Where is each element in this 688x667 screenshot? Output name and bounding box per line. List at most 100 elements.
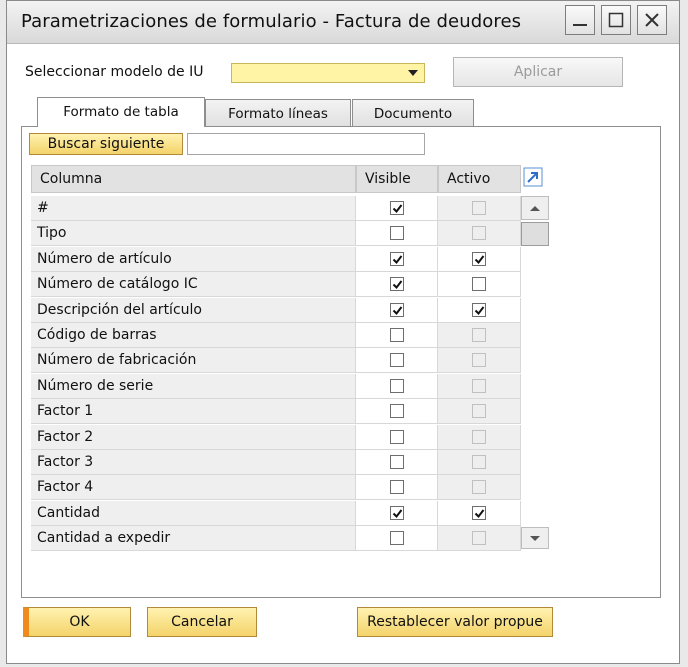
check-icon <box>474 509 485 518</box>
active-cell <box>438 196 521 221</box>
active-checkbox[interactable] <box>472 302 486 317</box>
active-cell <box>438 323 521 348</box>
minimize-button[interactable] <box>565 5 595 35</box>
column-name-cell: # <box>31 196 356 221</box>
active-checkbox <box>472 201 486 215</box>
column-name-cell: Número de artículo <box>31 246 356 272</box>
visible-cell <box>356 297 438 323</box>
ui-model-dropdown[interactable] <box>231 63 425 83</box>
scroll-down-icon <box>530 536 540 541</box>
table-row[interactable]: Descripción del artículo <box>31 297 521 323</box>
active-checkbox[interactable] <box>472 505 486 520</box>
visible-checkbox[interactable] <box>389 277 404 292</box>
column-name-cell: Cantidad a expedir <box>31 526 356 552</box>
table-row[interactable]: Número de serie <box>31 373 521 399</box>
tab-label: Formato líneas <box>228 106 328 122</box>
active-cell <box>438 526 521 552</box>
active-checkbox <box>472 404 486 419</box>
visible-checkbox[interactable] <box>389 480 404 495</box>
column-name-cell: Factor 3 <box>31 450 356 475</box>
tab-table-format[interactable]: Formato de tabla <box>37 97 205 127</box>
tab-document[interactable]: Documento <box>352 99 474 127</box>
column-name-cell: Número de catálogo IC <box>31 272 356 298</box>
column-header-active[interactable]: Activo <box>438 165 521 193</box>
close-button[interactable] <box>637 5 667 35</box>
column-header-name[interactable]: Columna <box>31 165 356 193</box>
active-checkbox <box>472 328 486 342</box>
visible-cell <box>356 323 438 348</box>
visible-checkbox[interactable] <box>389 455 404 469</box>
scroll-up-icon <box>530 206 540 211</box>
visible-checkbox[interactable] <box>389 201 404 215</box>
close-icon <box>645 13 659 27</box>
visible-checkbox[interactable] <box>389 226 404 241</box>
table-row[interactable]: # <box>31 196 521 221</box>
table-row[interactable]: Tipo <box>31 221 521 247</box>
check-icon <box>392 255 402 264</box>
visible-checkbox[interactable] <box>389 251 404 266</box>
column-name-cell: Tipo <box>31 221 356 247</box>
table-row[interactable]: Código de barras <box>31 323 521 348</box>
visible-checkbox[interactable] <box>389 353 404 368</box>
column-name-cell: Factor 2 <box>31 424 356 450</box>
ok-button[interactable]: OK <box>23 607 131 637</box>
tab-line-format[interactable]: Formato líneas <box>205 99 351 127</box>
table-row[interactable]: Número de fabricación <box>31 348 521 374</box>
active-cell <box>438 399 521 425</box>
visible-checkbox[interactable] <box>389 429 404 444</box>
table-row[interactable]: Cantidad a expedir <box>31 526 521 552</box>
table-row[interactable]: Factor 3 <box>31 450 521 475</box>
active-cell <box>438 221 521 247</box>
visible-checkbox[interactable] <box>389 404 404 419</box>
tab-label: Documento <box>373 106 453 122</box>
visible-checkbox[interactable] <box>389 378 404 393</box>
find-next-button[interactable]: Buscar siguiente <box>29 133 183 155</box>
visible-cell <box>356 272 438 298</box>
vertical-scrollbar[interactable] <box>521 196 549 549</box>
visible-cell <box>356 526 438 552</box>
maximize-icon <box>608 12 624 28</box>
active-checkbox[interactable] <box>472 251 486 266</box>
table-row[interactable]: Número de catálogo IC <box>31 272 521 298</box>
visible-cell <box>356 246 438 272</box>
scroll-thumb[interactable] <box>521 222 549 246</box>
table-row[interactable]: Factor 4 <box>31 475 521 501</box>
active-checkbox <box>472 531 486 546</box>
dropdown-arrow-icon <box>408 70 418 76</box>
apply-button[interactable]: Aplicar <box>453 57 623 87</box>
check-icon <box>474 255 485 264</box>
table-row[interactable]: Cantidad <box>31 500 521 526</box>
expand-icon[interactable] <box>523 167 543 187</box>
column-name-cell: Cantidad <box>31 500 356 526</box>
column-name-cell: Factor 4 <box>31 475 356 501</box>
active-cell <box>438 246 521 272</box>
column-name-cell: Descripción del artículo <box>31 297 356 323</box>
check-icon <box>392 204 402 214</box>
minimize-icon <box>573 24 587 26</box>
visible-checkbox[interactable] <box>389 302 404 317</box>
active-checkbox[interactable] <box>472 277 486 292</box>
visible-cell <box>356 500 438 526</box>
active-cell <box>438 450 521 475</box>
cancel-button[interactable]: Cancelar <box>147 607 257 637</box>
search-input[interactable] <box>187 133 425 155</box>
active-checkbox <box>472 378 486 393</box>
visible-checkbox[interactable] <box>389 328 404 342</box>
table-row[interactable]: Factor 1 <box>31 399 521 425</box>
title-bar[interactable]: Parametrizaciones de formulario - Factur… <box>7 1 679 44</box>
active-cell <box>438 500 521 526</box>
table-row[interactable]: Número de artículo <box>31 246 521 272</box>
window-title: Parametrizaciones de formulario - Factur… <box>21 11 522 32</box>
form-settings-window: Parametrizaciones de formulario - Factur… <box>6 0 680 664</box>
visible-checkbox[interactable] <box>389 505 404 520</box>
table-row[interactable]: Factor 2 <box>31 424 521 450</box>
visible-checkbox[interactable] <box>389 531 404 546</box>
ui-model-label: Seleccionar modelo de IU <box>25 64 204 80</box>
visible-cell <box>356 399 438 425</box>
scroll-up-button[interactable] <box>521 196 549 220</box>
column-header-visible[interactable]: Visible <box>356 165 438 193</box>
scroll-down-button[interactable] <box>521 527 549 549</box>
maximize-button[interactable] <box>601 5 631 35</box>
active-cell <box>438 424 521 450</box>
reset-default-button[interactable]: Restablecer valor propue <box>357 607 553 637</box>
